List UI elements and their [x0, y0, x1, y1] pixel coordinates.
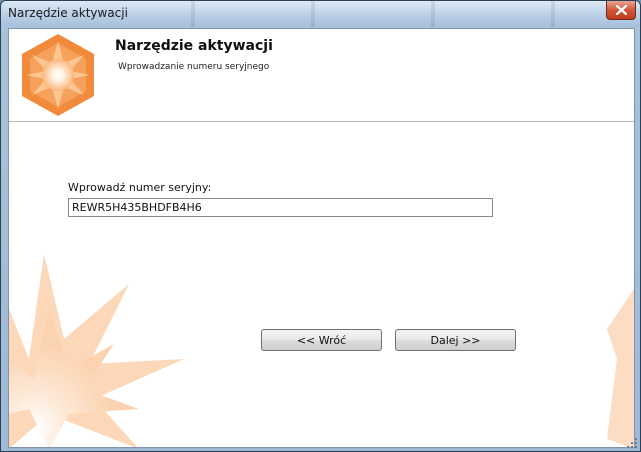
- background-star-decoration: [9, 254, 184, 447]
- close-button[interactable]: [606, 1, 636, 20]
- close-icon: [615, 5, 627, 15]
- serial-number-label: Wprowadź numer seryjny:: [68, 181, 212, 194]
- header-title: Narzędzie aktywacji: [115, 38, 273, 54]
- hexagon-star-logo: [22, 34, 94, 116]
- header-separator: [9, 121, 634, 122]
- next-button[interactable]: Dalej >>: [395, 329, 516, 351]
- wizard-header: Narzędzie aktywacji Wprowadzanie numeru …: [9, 29, 634, 121]
- background-star-edge: [607, 289, 634, 447]
- back-button[interactable]: << Wróć: [261, 329, 382, 351]
- serial-number-input[interactable]: [68, 198, 493, 217]
- resize-grip-icon[interactable]: [626, 437, 638, 449]
- client-area: Narzędzie aktywacji Wprowadzanie numeru …: [8, 28, 635, 448]
- header-subtitle: Wprowadzanie numeru seryjnego: [118, 62, 270, 72]
- window-title: Narzędzie aktywacji: [8, 6, 128, 20]
- activation-window: Narzędzie aktywacji Narzędzie aktywacji …: [0, 0, 641, 452]
- title-bar[interactable]: Narzędzie aktywacji: [1, 1, 640, 27]
